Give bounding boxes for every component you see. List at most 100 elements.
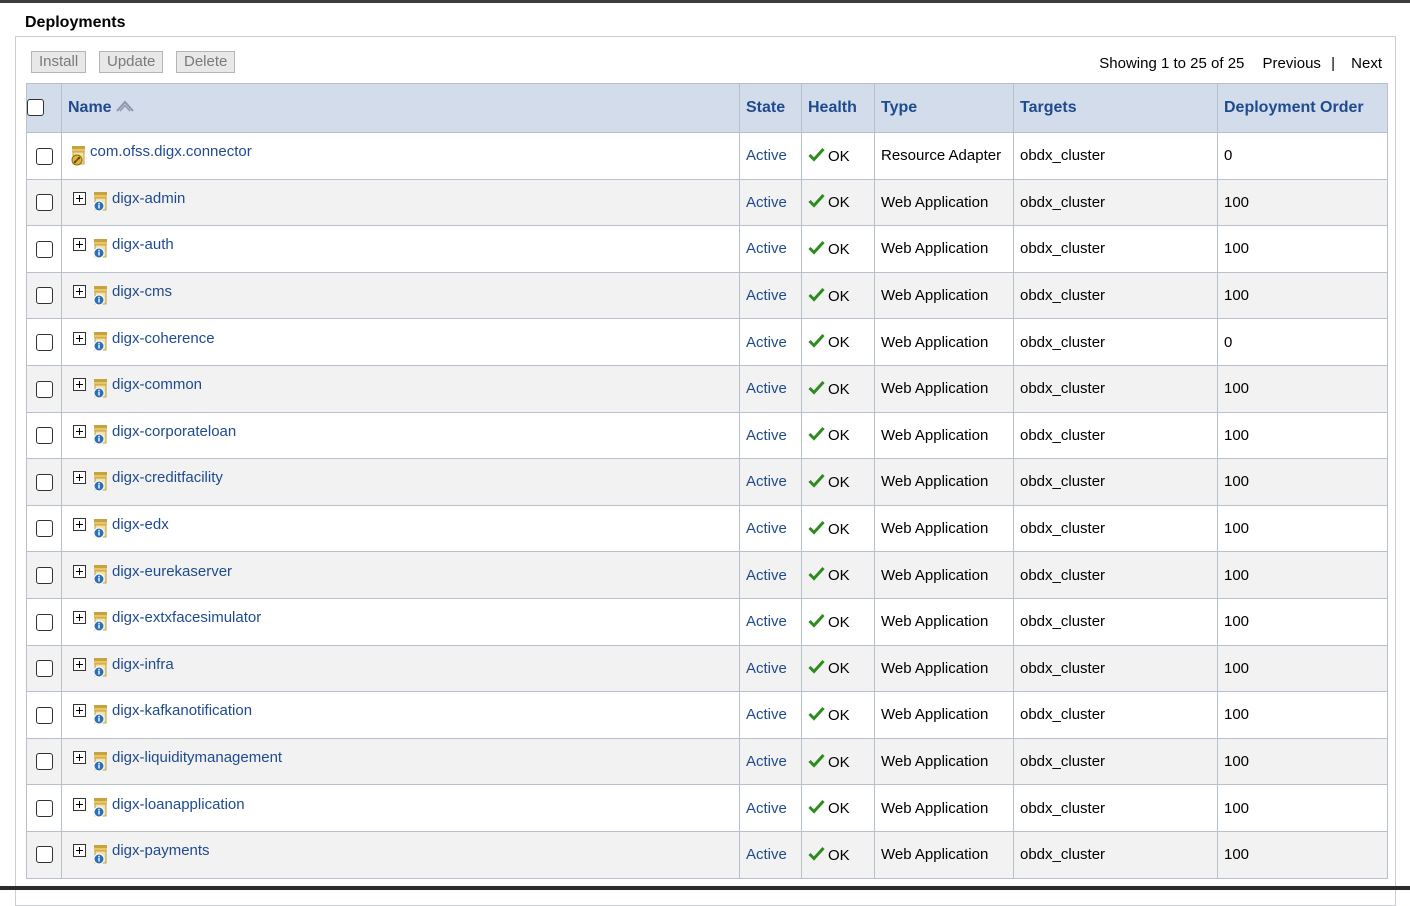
state-link[interactable]: Active xyxy=(746,287,787,304)
state-link[interactable]: Active xyxy=(746,194,787,211)
row-checkbox[interactable] xyxy=(35,520,53,538)
deployment-name-link[interactable]: digx-eurekaserver xyxy=(112,563,232,580)
state-link[interactable]: Active xyxy=(746,520,787,537)
name-cell: digx-edx xyxy=(61,504,740,553)
expand-toggle-icon[interactable] xyxy=(73,844,86,858)
state-link[interactable]: Active xyxy=(746,334,787,351)
deployment-name-link[interactable]: digx-kafkanotification xyxy=(112,702,252,719)
expand-toggle-icon[interactable] xyxy=(73,611,86,625)
expand-toggle-icon[interactable] xyxy=(73,704,86,718)
row-select-cell xyxy=(26,271,62,320)
health-value: OK xyxy=(828,334,850,352)
health-cell: OK xyxy=(801,691,875,739)
name-cell: digx-eurekaserver xyxy=(61,551,740,599)
state-link[interactable]: Active xyxy=(746,427,787,444)
expand-toggle-icon[interactable] xyxy=(73,751,86,765)
state-cell: Active xyxy=(739,597,802,646)
row-checkbox[interactable] xyxy=(35,240,53,258)
row-checkbox[interactable] xyxy=(35,333,53,351)
web-app-jar-icon xyxy=(92,331,110,353)
expand-toggle-icon[interactable] xyxy=(73,238,86,252)
row-checkbox[interactable] xyxy=(35,427,53,445)
state-link[interactable]: Active xyxy=(746,473,787,490)
deployment-name-link[interactable]: digx-auth xyxy=(112,236,174,253)
deployment-name-link[interactable]: digx-infra xyxy=(112,656,174,673)
expand-toggle-icon[interactable] xyxy=(73,471,86,485)
deployment-name-link[interactable]: digx-edx xyxy=(112,516,169,533)
deployment-name-link[interactable]: digx-liquiditymanagement xyxy=(112,749,282,766)
expand-toggle-icon[interactable] xyxy=(73,657,86,671)
type-cell: Web Application xyxy=(874,830,1014,879)
column-header-name[interactable]: Name xyxy=(61,83,740,133)
row-checkbox[interactable] xyxy=(35,287,53,305)
deployment-name-link[interactable]: digx-extxfacesimulator xyxy=(112,609,261,626)
state-link[interactable]: Active xyxy=(746,240,787,257)
state-link[interactable]: Active xyxy=(746,753,787,770)
deployment-order-cell: 0 xyxy=(1217,318,1388,366)
expand-toggle-icon[interactable] xyxy=(73,378,86,392)
expand-toggle-icon[interactable] xyxy=(73,285,86,299)
name-cell: digx-auth xyxy=(61,225,740,273)
deployment-name-link[interactable]: digx-common xyxy=(112,376,202,393)
select-all-checkbox[interactable] xyxy=(27,99,44,117)
row-checkbox[interactable] xyxy=(35,799,53,817)
update-button[interactable]: Update xyxy=(99,51,164,73)
expand-toggle-icon[interactable] xyxy=(73,518,86,532)
state-link[interactable]: Active xyxy=(746,147,787,164)
row-select-cell xyxy=(26,737,62,786)
state-link[interactable]: Active xyxy=(746,613,787,630)
deployment-name-link[interactable]: digx-creditfacility xyxy=(112,469,223,486)
next-link[interactable]: Next xyxy=(1351,55,1382,72)
state-link[interactable]: Active xyxy=(746,706,787,723)
expand-toggle-icon[interactable] xyxy=(73,797,86,811)
table-row: digx-edx Active OK Web Application obdx_clus… xyxy=(26,504,1388,553)
deployment-name-link[interactable]: digx-coherence xyxy=(112,330,215,347)
name-cell: digx-admin xyxy=(61,178,740,227)
row-checkbox[interactable] xyxy=(35,380,53,398)
deployment-name-link[interactable]: digx-admin xyxy=(112,190,185,207)
deployment-name-link[interactable]: digx-cms xyxy=(112,283,172,300)
expand-toggle-icon[interactable] xyxy=(73,331,86,345)
deployment-name-link[interactable]: com.ofss.digx.connector xyxy=(90,143,252,160)
row-select-cell xyxy=(26,364,62,413)
row-checkbox[interactable] xyxy=(35,473,53,491)
table-row: digx-eurekaserver Active OK Web Application… xyxy=(26,551,1388,599)
deployment-order-cell: 100 xyxy=(1217,458,1388,506)
row-checkbox[interactable] xyxy=(35,846,53,864)
row-checkbox[interactable] xyxy=(35,194,53,212)
state-link[interactable]: Active xyxy=(746,846,787,863)
targets-cell: obdx_cluster xyxy=(1013,830,1218,879)
type-cell: Web Application xyxy=(874,597,1014,646)
resource-adapter-icon xyxy=(70,145,88,167)
check-icon xyxy=(808,660,825,675)
row-checkbox[interactable] xyxy=(35,566,53,584)
check-icon xyxy=(808,567,825,581)
deployment-name-link[interactable]: digx-loanapplication xyxy=(112,796,245,813)
row-checkbox[interactable] xyxy=(35,706,53,724)
health-cell: OK xyxy=(801,644,875,693)
deployment-name-link[interactable]: digx-payments xyxy=(112,842,210,859)
row-checkbox[interactable] xyxy=(35,147,53,165)
previous-link[interactable]: Previous xyxy=(1263,55,1321,72)
row-checkbox[interactable] xyxy=(35,613,53,631)
state-cell: Active xyxy=(739,691,802,739)
sort-ascending-icon[interactable] xyxy=(115,99,135,113)
state-link[interactable]: Active xyxy=(746,800,787,817)
install-button[interactable]: Install xyxy=(31,51,87,73)
health-value: OK xyxy=(828,520,850,538)
state-link[interactable]: Active xyxy=(746,660,787,677)
state-link[interactable]: Active xyxy=(746,567,787,584)
deployment-order-cell: 100 xyxy=(1217,551,1388,599)
table-row: digx-extxfacesimulator Active OK Web Applic… xyxy=(26,597,1388,646)
state-cell: Active xyxy=(739,737,802,786)
name-cell: digx-common xyxy=(61,364,740,413)
expand-toggle-icon[interactable] xyxy=(73,191,86,205)
delete-button[interactable]: Delete xyxy=(176,51,236,73)
deployment-name-link[interactable]: digx-corporateloan xyxy=(112,423,236,440)
row-checkbox[interactable] xyxy=(35,753,53,771)
expand-toggle-icon[interactable] xyxy=(73,564,86,578)
state-link[interactable]: Active xyxy=(746,380,787,397)
expand-toggle-icon[interactable] xyxy=(73,424,86,438)
check-icon xyxy=(808,194,825,209)
row-checkbox[interactable] xyxy=(35,660,53,678)
